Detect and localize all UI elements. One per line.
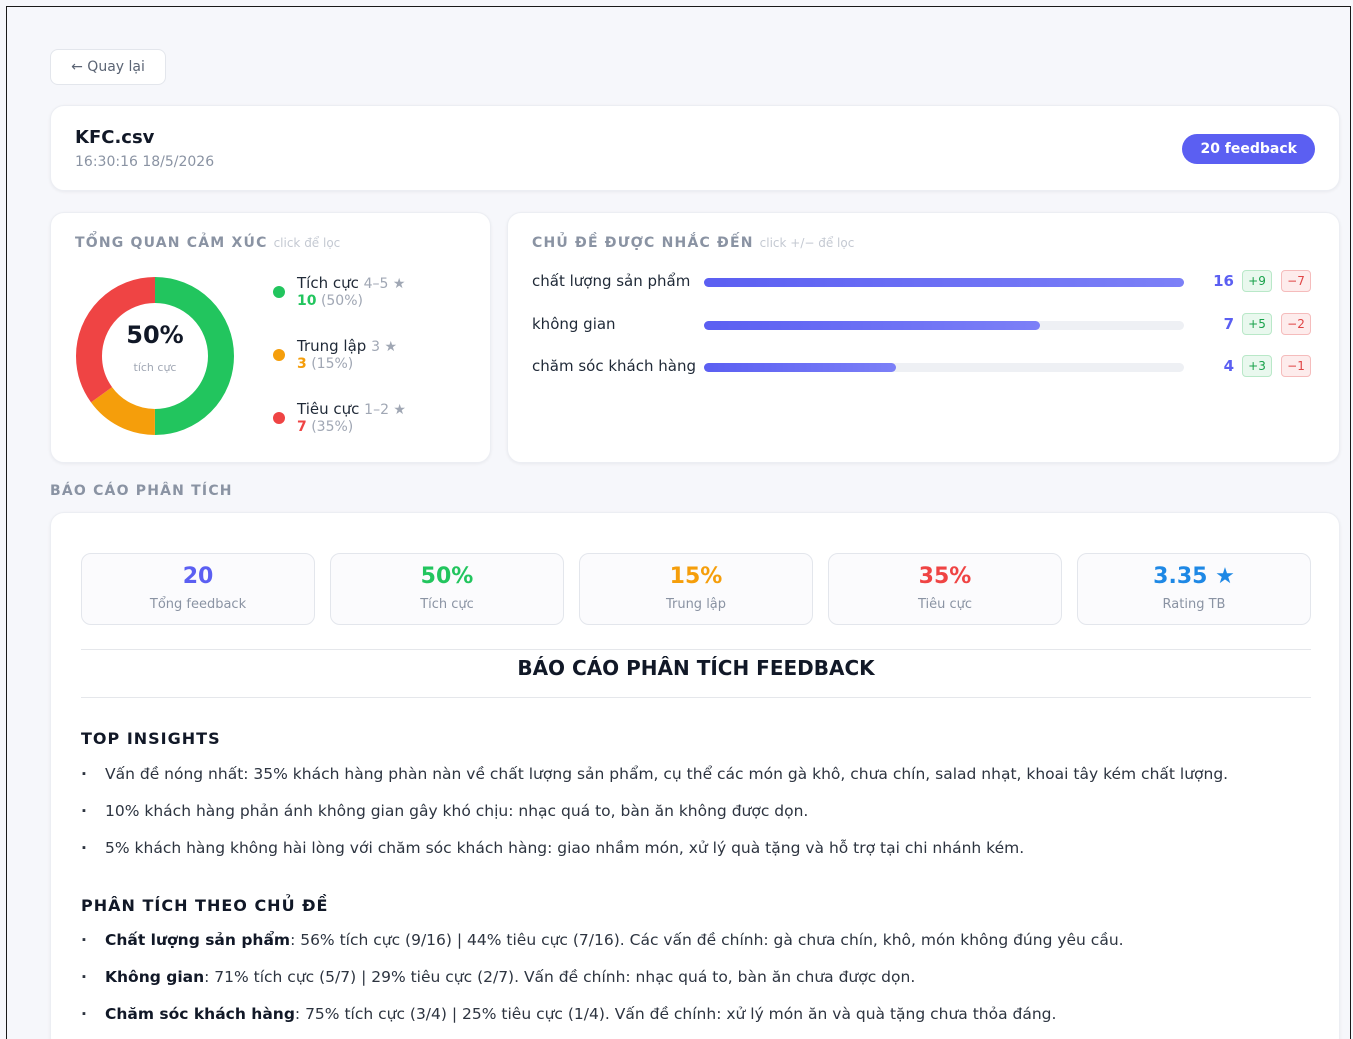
back-label: ← Quay lại xyxy=(71,59,145,75)
topic-row: chất lượng sản phẩm 16 +9 −7 xyxy=(532,270,1317,294)
stat-value: 3.35 ★ xyxy=(1153,564,1235,589)
stat-card-negative: 35% Tiêu cực xyxy=(828,553,1062,625)
topic-analysis-item: · Không gian: 71% tích cực (5/7) | 29% ti… xyxy=(81,968,916,986)
insight-item: · 10% khách hàng phản ánh không gian gây … xyxy=(81,802,809,820)
topic-positive-filter-button[interactable]: +9 xyxy=(1242,270,1272,292)
topic-analysis-text: : 75% tích cực (3/4) | 25% tiêu cực (1/4… xyxy=(294,1005,1057,1023)
stat-value: 35% xyxy=(918,564,972,589)
legend-stars-negative: 1–2 ★ xyxy=(364,402,406,418)
sentiment-title-text: TỔNG QUAN CẢM XÚC xyxy=(75,235,268,251)
legend-name-positive: Tích cực xyxy=(297,274,359,292)
sentiment-overview-card: TỔNG QUAN CẢM XÚC click để lọc 50% tích c… xyxy=(50,212,491,463)
topic-analysis-text: : 56% tích cực (9/16) | 44% tiêu cực (7/… xyxy=(290,931,1124,949)
report-heading: BÁO CÁO PHÂN TÍCH FEEDBACK xyxy=(517,656,875,680)
divider xyxy=(81,697,1311,698)
topic-negative-filter-button[interactable]: −1 xyxy=(1281,355,1311,377)
report-section-title: BÁO CÁO PHÂN TÍCH xyxy=(50,483,233,499)
sentiment-donut-chart[interactable] xyxy=(75,276,235,436)
legend-pct-negative: (35%) xyxy=(311,419,354,435)
topics-title: CHỦ ĐỀ ĐƯỢC NHẮC ĐẾN click +/− để lọc xyxy=(532,235,854,251)
topic-bar-track xyxy=(704,363,1184,372)
topic-name: chăm sóc khách hàng xyxy=(532,357,696,375)
topics-hint: click +/− để lọc xyxy=(759,236,855,250)
report-card: 20 Tổng feedback 50% Tích cực 15% Trung … xyxy=(50,512,1340,1039)
legend-dot-neutral xyxy=(273,349,285,361)
topic-row: không gian 7 +5 −2 xyxy=(532,313,1317,337)
topic-positive-filter-button[interactable]: +3 xyxy=(1242,355,1272,377)
legend-pct-neutral: (15%) xyxy=(311,356,354,372)
topic-bar-fill xyxy=(704,321,1040,330)
back-button[interactable]: ← Quay lại xyxy=(50,49,166,85)
topic-bar-fill xyxy=(704,363,896,372)
topic-analysis-name: Chăm sóc khách hàng xyxy=(105,1005,295,1023)
stat-card-rating: 3.35 ★ Rating TB xyxy=(1077,553,1311,625)
topic-bar-track xyxy=(704,321,1184,330)
topic-name: không gian xyxy=(532,315,616,333)
legend-count-positive: 10 xyxy=(297,293,317,309)
topic-analysis-item: · Chất lượng sản phẩm: 56% tích cực (9/16… xyxy=(81,931,1124,949)
stat-value: 50% xyxy=(420,564,474,589)
insight-item: · 5% khách hàng không hài lòng với chăm s… xyxy=(81,839,1025,857)
stat-label: Tiêu cực xyxy=(917,597,973,612)
topic-positive-filter-button[interactable]: +5 xyxy=(1242,313,1272,335)
file-name: KFC.csv xyxy=(75,127,155,148)
legend-name-neutral: Trung lập xyxy=(297,337,367,355)
topic-negative-filter-button[interactable]: −7 xyxy=(1281,270,1311,292)
legend-count-negative: 7 xyxy=(297,419,307,435)
topic-count: 4 xyxy=(1223,357,1234,375)
donut-center-label: tích cực xyxy=(133,361,177,374)
topic-analysis-name: Chất lượng sản phẩm xyxy=(105,931,291,949)
legend-dot-negative xyxy=(273,412,285,424)
stat-label: Trung lập xyxy=(665,597,727,612)
topic-analysis-item: · Chăm sóc khách hàng: 75% tích cực (3/4)… xyxy=(81,1005,1057,1023)
stat-value: 20 xyxy=(182,564,214,589)
stat-label: Tổng feedback xyxy=(149,597,247,612)
topic-analysis-heading: PHÂN TÍCH THEO CHỦ ĐỀ xyxy=(81,896,329,915)
app-window: ← Quay lại KFC.csv 16:30:16 18/5/2026 20… xyxy=(6,6,1351,1039)
legend-stars-neutral: 3 ★ xyxy=(371,339,398,355)
topics-card: CHỦ ĐỀ ĐƯỢC NHẮC ĐẾN click +/− để lọc chấ… xyxy=(507,212,1340,463)
topic-count: 7 xyxy=(1223,315,1234,333)
insight-text: 10% khách hàng phản ánh không gian gây k… xyxy=(105,802,809,820)
stat-label: Tích cực xyxy=(420,597,474,612)
file-timestamp: 16:30:16 18/5/2026 xyxy=(75,154,215,170)
topics-title-text: CHỦ ĐỀ ĐƯỢC NHẮC ĐẾN xyxy=(532,235,754,251)
topic-analysis-text: : 71% tích cực (5/7) | 29% tiêu cực (2/7… xyxy=(204,968,916,986)
insights-heading: TOP INSIGHTS xyxy=(81,729,221,748)
stat-label: Rating TB xyxy=(1162,597,1226,612)
topic-negative-filter-button[interactable]: −2 xyxy=(1281,313,1311,335)
legend-stars-positive: 4–5 ★ xyxy=(363,276,406,292)
insight-item: · Vấn đề nóng nhất: 35% khách hàng phàn n… xyxy=(81,765,1229,783)
file-header-card: KFC.csv 16:30:16 18/5/2026 20 feedback xyxy=(50,105,1340,191)
legend-pct-positive: (50%) xyxy=(320,293,363,309)
legend-name-negative: Tiêu cực xyxy=(297,400,360,418)
sentiment-title: TỔNG QUAN CẢM XÚC click để lọc xyxy=(75,235,340,251)
topic-name: chất lượng sản phẩm xyxy=(532,272,691,290)
insight-text: 5% khách hàng không hài lòng với chăm só… xyxy=(105,839,1025,857)
stat-card-total: 20 Tổng feedback xyxy=(81,553,315,625)
legend-count-neutral: 3 xyxy=(297,356,307,372)
feedback-count-badge: 20 feedback xyxy=(1182,134,1315,164)
legend-dot-positive xyxy=(273,286,285,298)
topic-bar-fill xyxy=(704,278,1184,287)
topic-count: 16 xyxy=(1213,272,1234,290)
divider xyxy=(81,649,1311,650)
stat-value: 15% xyxy=(669,564,723,589)
topic-analysis-name: Không gian xyxy=(105,968,205,986)
sentiment-hint: click để lọc xyxy=(273,236,341,250)
topic-bar-track xyxy=(704,278,1184,287)
stat-card-positive: 50% Tích cực xyxy=(330,553,564,625)
topic-row: chăm sóc khách hàng 4 +3 −1 xyxy=(532,355,1317,379)
insight-text: Vấn đề nóng nhất: 35% khách hàng phàn nà… xyxy=(105,765,1229,783)
stat-card-neutral: 15% Trung lập xyxy=(579,553,813,625)
donut-center-percent: 50% xyxy=(126,321,184,349)
